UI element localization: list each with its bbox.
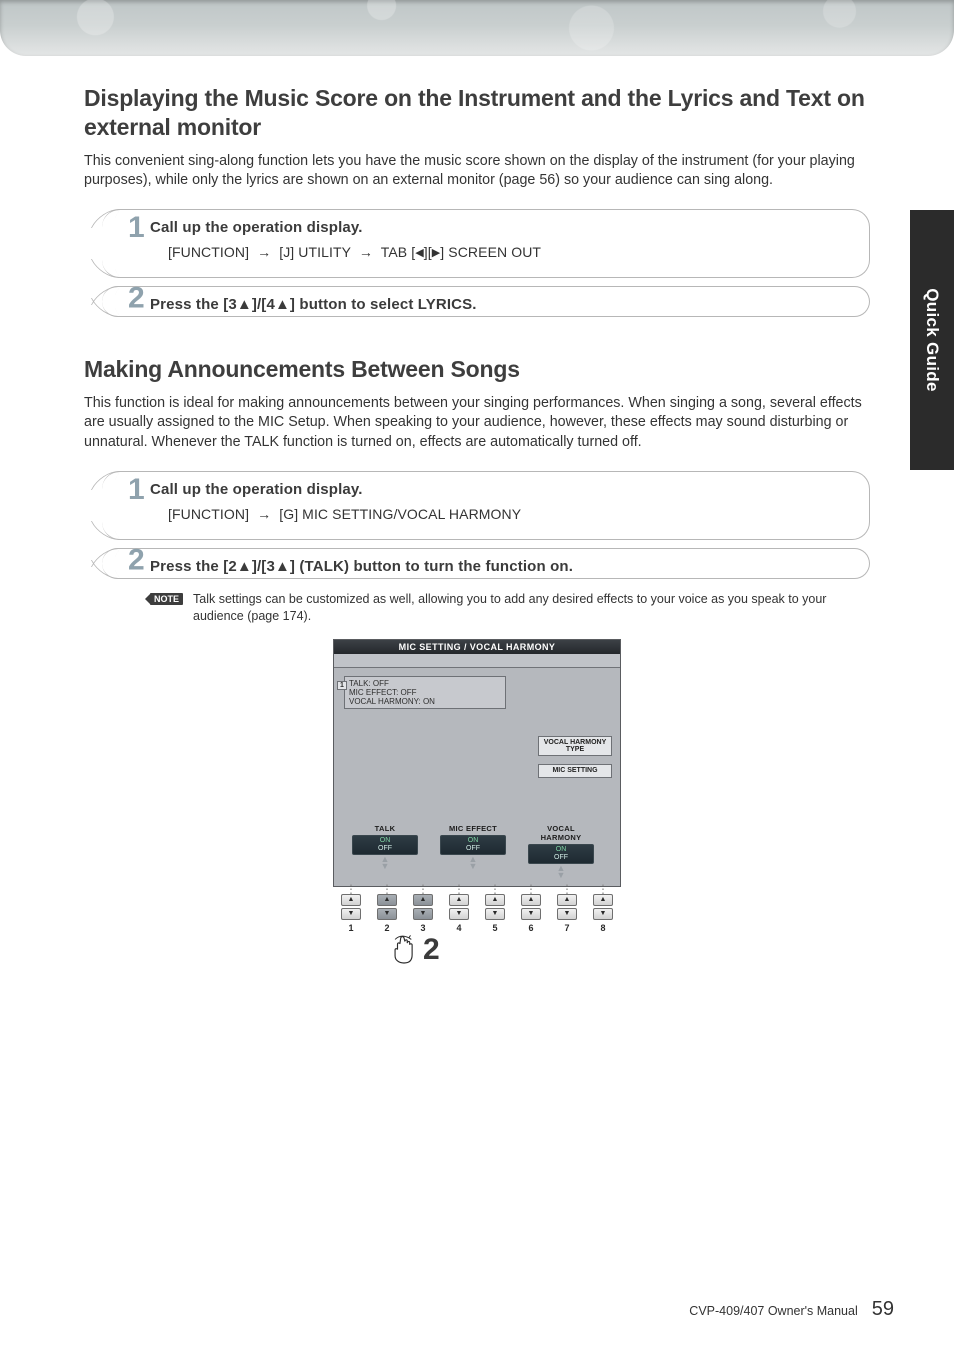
up-down-icon: ▲▼	[528, 865, 594, 879]
hw-up-button[interactable]: ▲	[485, 894, 505, 906]
hw-down-button[interactable]: ▼	[377, 908, 397, 920]
step-1: 1 Call up the operation display. [FUNCTI…	[102, 471, 870, 540]
side-tab-label: Quick Guide	[922, 288, 942, 391]
note: NOTE Talk settings can be customized as …	[150, 591, 870, 625]
hw-button-number: 3	[420, 923, 425, 933]
hand-icon	[391, 935, 417, 965]
hw-button-number: 6	[528, 923, 533, 933]
hand-step-number: 2	[423, 935, 440, 965]
step-2: 2 Press the [2▲]/[3▲] (TALK) button to t…	[102, 548, 870, 579]
side-tab: Quick Guide	[910, 210, 954, 470]
hw-down-button[interactable]: ▼	[593, 908, 613, 920]
hw-down-button[interactable]: ▼	[521, 908, 541, 920]
hw-down-button[interactable]: ▼	[341, 908, 361, 920]
hw-up-button[interactable]: ▲	[449, 894, 469, 906]
hw-down-button[interactable]: ▼	[557, 908, 577, 920]
param-mic-effect: MIC EFFECT ONOFF ▲▼	[440, 824, 506, 879]
section-body: This function is ideal for making announ…	[84, 394, 870, 453]
hw-button-number: 4	[456, 923, 461, 933]
hw-down-button[interactable]: ▼	[449, 908, 469, 920]
hw-up-button[interactable]: ▲	[593, 894, 613, 906]
hw-up-button[interactable]: ▲	[341, 894, 361, 906]
lcd-screenshot: MIC SETTING / VOCAL HARMONY 1 TALK: OFF …	[333, 639, 621, 887]
hw-up-button[interactable]: ▲	[521, 894, 541, 906]
page-footer: CVP-409/407 Owner's Manual 59	[689, 1298, 894, 1321]
status-talk: TALK: OFF	[349, 679, 501, 688]
status-vh: VOCAL HARMONY: ON	[349, 697, 501, 706]
step-number: 2	[128, 282, 145, 316]
screen-tabbar	[334, 654, 620, 668]
status-mic: MIC EFFECT: OFF	[349, 688, 501, 697]
up-down-icon: ▲▼	[352, 856, 418, 870]
note-text: Talk settings can be customized as well,…	[193, 591, 870, 625]
step-number: 2	[128, 544, 145, 578]
param-talk: TALK ONOFF ▲▼	[352, 824, 418, 879]
status-box: TALK: OFF MIC EFFECT: OFF VOCAL HARMONY:…	[344, 676, 506, 710]
hw-button-number: 5	[492, 923, 497, 933]
step-number: 1	[128, 211, 145, 245]
section-body: This convenient sing-along function lets…	[84, 152, 870, 191]
mic-setting-button[interactable]: MIC SETTING	[538, 764, 612, 777]
hw-up-button[interactable]: ▲	[557, 894, 577, 906]
hw-down-button[interactable]: ▼	[413, 908, 433, 920]
section-title: Displaying the Music Score on the Instru…	[84, 84, 870, 142]
footer-page-number: 59	[872, 1298, 894, 1321]
vocal-harmony-type-button[interactable]: VOCAL HARMONY TYPE	[538, 736, 612, 757]
screen-titlebar: MIC SETTING / VOCAL HARMONY	[334, 640, 620, 654]
up-down-icon: ▲▼	[440, 856, 506, 870]
param-vocal-harmony: VOCAL HARMONY ONOFF ▲▼	[528, 824, 594, 879]
note-tag: NOTE	[150, 593, 183, 605]
hw-button-number: 8	[600, 923, 605, 933]
hw-button-number: 2	[384, 923, 389, 933]
step-1: 1 Call up the operation display. [FUNCTI…	[102, 209, 870, 278]
hw-up-button[interactable]: ▲	[377, 894, 397, 906]
hw-up-button[interactable]: ▲	[413, 894, 433, 906]
step-number: 1	[128, 473, 145, 507]
hand-callout: 2	[391, 935, 870, 965]
hardware-button-row: ▲ ▼ 1 ▲ ▼ 2 ▲ ▼ 3 ▲ ▼ 4 ▲ ▼ 5 ▲ ▼ 6	[333, 886, 621, 933]
top-banner	[0, 0, 954, 56]
screen-index: 1	[337, 681, 347, 690]
footer-manual-title: CVP-409/407 Owner's Manual	[689, 1304, 857, 1318]
section-title: Making Announcements Between Songs	[84, 355, 870, 384]
hw-down-button[interactable]: ▼	[485, 908, 505, 920]
hw-button-number: 1	[348, 923, 353, 933]
step-2: 2 Press the [3▲]/[4▲] button to select L…	[102, 286, 870, 317]
hw-button-number: 7	[564, 923, 569, 933]
